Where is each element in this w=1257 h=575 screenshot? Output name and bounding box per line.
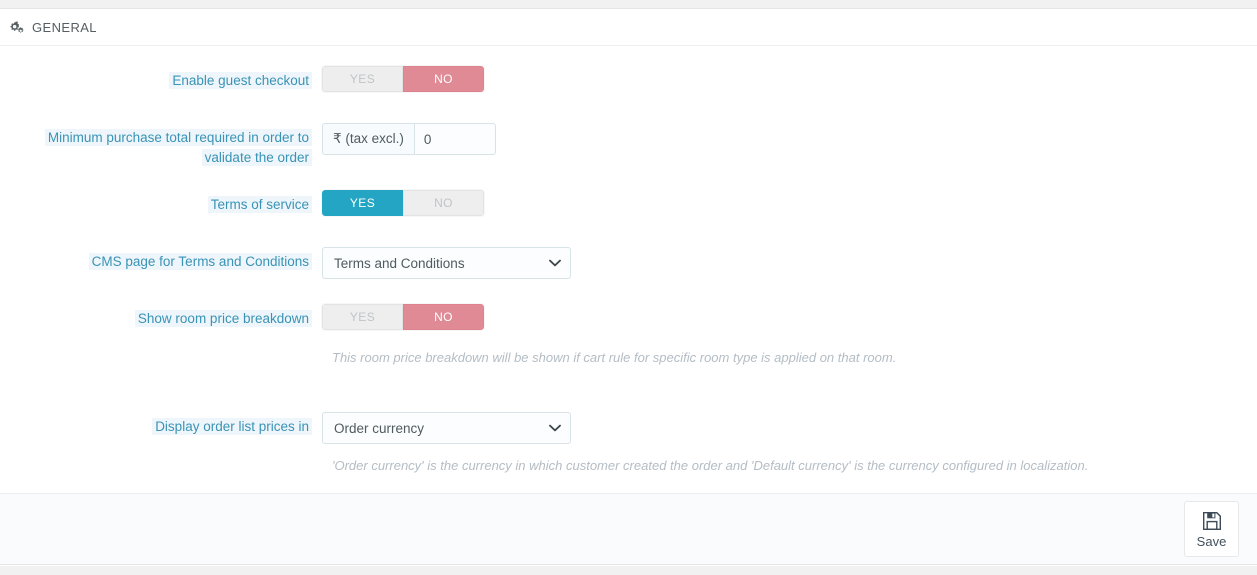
label-col xyxy=(0,342,312,349)
panel-footer: Save xyxy=(0,493,1257,565)
toggle-enable-guest-checkout[interactable]: YES NO xyxy=(322,66,484,92)
row-room-price-breakdown-hint: This room price breakdown will be shown … xyxy=(0,342,1257,382)
field-col: 'Order currency' is the currency in whic… xyxy=(312,450,1257,475)
toggle-yes-option[interactable]: YES xyxy=(322,190,403,216)
label-terms-of-service: Terms of service xyxy=(207,196,312,213)
row-enable-guest-checkout: Enable guest checkout YES NO xyxy=(0,64,1257,104)
bottom-strip xyxy=(0,566,1257,575)
label-col: Minimum purchase total required in order… xyxy=(0,121,312,168)
field-col: This room price breakdown will be shown … xyxy=(312,342,1257,367)
floppy-disk-icon xyxy=(1201,510,1223,532)
cogs-icon xyxy=(10,20,25,34)
field-col: Order currency xyxy=(312,410,1257,444)
row-order-list-prices: Display order list prices in Order curre… xyxy=(0,410,1257,450)
label-order-list-prices: Display order list prices in xyxy=(152,418,312,435)
field-col: ₹ (tax excl.) xyxy=(312,121,1257,155)
toggle-yes-option[interactable]: YES xyxy=(322,304,403,330)
row-minimum-purchase: Minimum purchase total required in order… xyxy=(0,121,1257,168)
top-strip xyxy=(0,0,1257,9)
select-order-list-prices[interactable]: Order currency xyxy=(322,412,571,444)
field-col: YES NO xyxy=(312,188,1257,216)
select-wrap-cms-page[interactable]: Terms and Conditions xyxy=(322,247,571,279)
label-col xyxy=(0,450,312,457)
row-order-list-prices-hint: 'Order currency' is the currency in whic… xyxy=(0,450,1257,490)
label-col: Terms of service xyxy=(0,188,312,215)
panel-title: GENERAL xyxy=(32,19,97,35)
label-col: Enable guest checkout xyxy=(0,64,312,91)
toggle-room-price-breakdown[interactable]: YES NO xyxy=(322,304,484,330)
label-col: Display order list prices in xyxy=(0,410,312,437)
input-group-minimum-purchase: ₹ (tax excl.) xyxy=(322,123,496,155)
field-col: Terms and Conditions xyxy=(312,245,1257,279)
general-settings-panel: GENERAL Enable guest checkout YES NO Min… xyxy=(0,9,1257,575)
toggle-no-option[interactable]: NO xyxy=(403,66,484,92)
toggle-terms-of-service[interactable]: YES NO xyxy=(322,190,484,216)
field-col: YES NO xyxy=(312,64,1257,92)
row-terms-of-service: Terms of service YES NO xyxy=(0,188,1257,228)
toggle-no-option[interactable]: NO xyxy=(403,190,484,216)
label-col: CMS page for Terms and Conditions xyxy=(0,245,312,272)
select-cms-page[interactable]: Terms and Conditions xyxy=(322,247,571,279)
select-wrap-order-list-prices[interactable]: Order currency xyxy=(322,412,571,444)
row-cms-page: CMS page for Terms and Conditions Terms … xyxy=(0,245,1257,285)
label-room-price-breakdown: Show room price breakdown xyxy=(134,310,312,327)
label-enable-guest-checkout: Enable guest checkout xyxy=(169,72,312,89)
label-col: Show room price breakdown xyxy=(0,302,312,329)
save-button[interactable]: Save xyxy=(1184,501,1239,557)
toggle-yes-option[interactable]: YES xyxy=(322,66,403,92)
currency-addon: ₹ (tax excl.) xyxy=(322,123,414,155)
label-cms-page: CMS page for Terms and Conditions xyxy=(88,253,312,270)
minimum-purchase-input[interactable] xyxy=(413,123,496,155)
hint-room-price-breakdown: This room price breakdown will be shown … xyxy=(332,350,897,365)
toggle-no-option[interactable]: NO xyxy=(403,304,484,330)
row-room-price-breakdown: Show room price breakdown YES NO xyxy=(0,302,1257,342)
settings-page: GENERAL Enable guest checkout YES NO Min… xyxy=(0,0,1257,575)
hint-order-list-prices: 'Order currency' is the currency in whic… xyxy=(332,458,1089,473)
label-minimum-purchase: Minimum purchase total required in order… xyxy=(44,129,312,166)
field-col: YES NO xyxy=(312,302,1257,330)
save-label: Save xyxy=(1196,534,1227,549)
panel-heading: GENERAL xyxy=(0,9,1257,46)
